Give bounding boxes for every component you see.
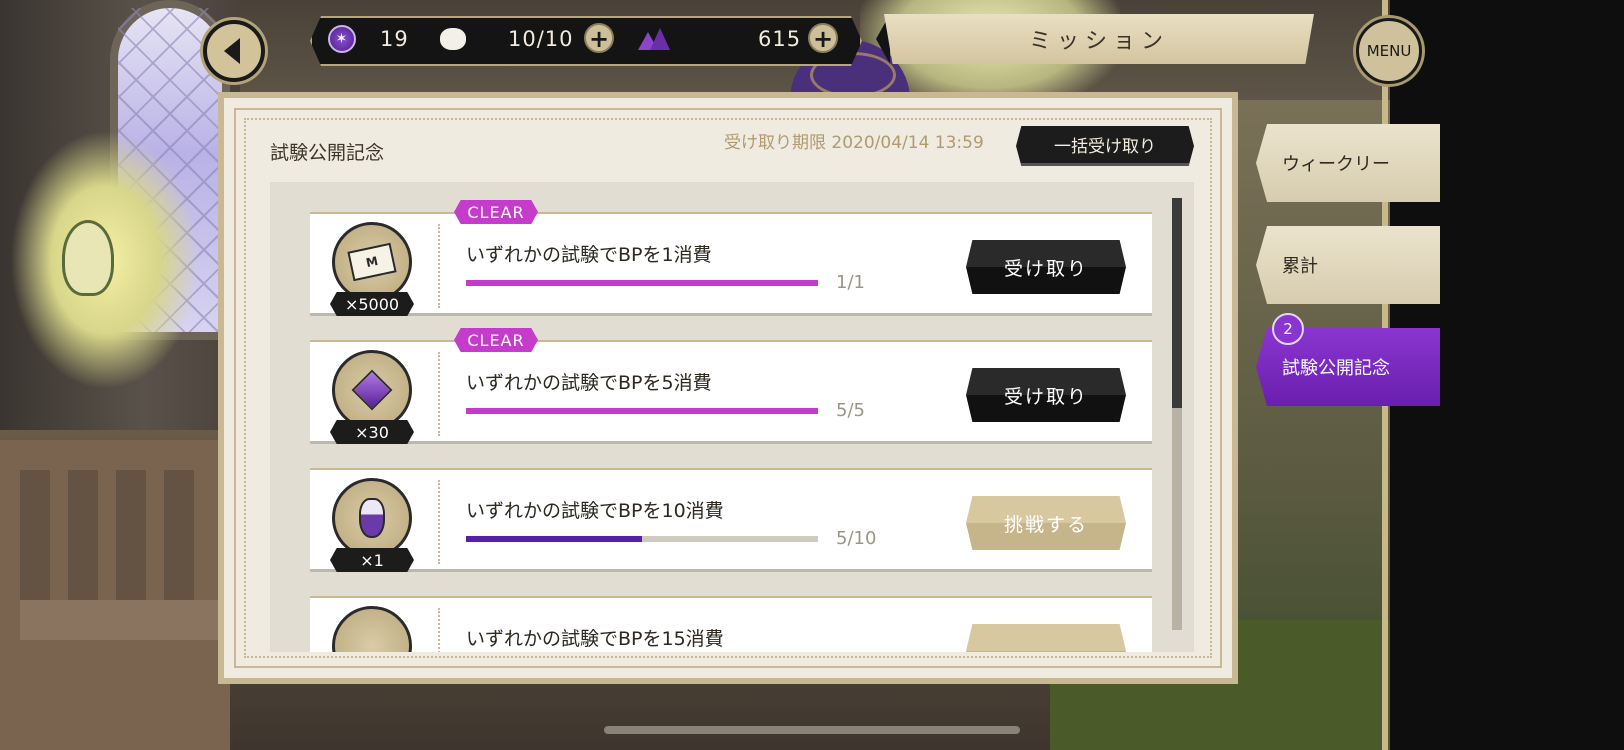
chevron-left-icon <box>224 38 240 64</box>
receive-button[interactable]: 受け取り <box>966 368 1126 422</box>
reward-frame <box>332 350 412 430</box>
tab-cumulative[interactable]: 累計 <box>1256 226 1440 304</box>
receive-button[interactable]: 受け取り <box>966 240 1126 294</box>
reward-count: ×1 <box>330 548 414 572</box>
progress-bar <box>466 408 818 414</box>
crystal-resource: 615 <box>636 16 801 62</box>
notification-badge: 2 <box>1272 313 1304 345</box>
challenge-button[interactable] <box>966 624 1126 652</box>
clear-badge: CLEAR <box>454 328 538 352</box>
progress-count: 5/5 <box>836 400 865 421</box>
scrollbar-thumb[interactable] <box>1172 198 1182 408</box>
bulk-receive-button[interactable]: 一括受け取り <box>1016 126 1194 166</box>
reward-count: ×5000 <box>330 292 414 316</box>
background-bench <box>20 600 230 640</box>
divider <box>438 224 440 308</box>
mission-row: CLEAR ×30 いずれかの試験でBPを5消費 5/5 受け取り <box>310 328 1152 444</box>
reward-count: ×30 <box>330 420 414 444</box>
mission-title: いずれかの試験でBPを5消費 <box>466 372 712 394</box>
potion-icon <box>359 498 385 538</box>
lamp-icon <box>62 220 114 296</box>
crystal-icon <box>636 26 670 52</box>
tab-weekly[interactable]: ウィークリー <box>1256 124 1440 202</box>
reward: ×30 <box>330 350 414 444</box>
mission-title: いずれかの試験でBPを1消費 <box>466 244 712 266</box>
gem-resource: ✶ 19 <box>328 16 409 62</box>
sheep-icon <box>440 28 466 50</box>
reward: M ×5000 <box>330 222 414 316</box>
progress-fill <box>466 408 818 414</box>
divider <box>438 352 440 436</box>
progress-bar <box>466 536 818 542</box>
clear-badge: CLEAR <box>454 200 538 224</box>
progress-fill <box>466 280 818 286</box>
reward-frame <box>332 478 412 558</box>
stamina-resource: 10/10 <box>440 16 574 62</box>
mission-row: CLEAR M ×5000 いずれかの試験でBPを1消費 1/1 受け取り <box>310 200 1152 316</box>
mission-list[interactable]: CLEAR M ×5000 いずれかの試験でBPを1消費 1/1 受け取り CL… <box>270 182 1194 652</box>
divider <box>438 608 440 652</box>
stamina-plus-button[interactable]: + <box>584 23 614 53</box>
divider <box>438 480 440 564</box>
reward-frame: M <box>332 222 412 302</box>
challenge-button[interactable]: 挑戦する <box>966 496 1126 550</box>
mission-title: いずれかの試験でBPを15消費 <box>466 628 724 650</box>
deadline-text: 受け取り期限 2020/04/14 13:59 <box>724 133 984 153</box>
gem-count: 19 <box>380 27 409 51</box>
progress-bar <box>466 280 818 286</box>
mission-title: いずれかの試験でBPを10消費 <box>466 500 724 522</box>
mission-row: いずれかの試験でBPを15消費 <box>310 596 1152 652</box>
reward-frame <box>332 606 412 652</box>
mission-panel: 試験公開記念 受け取り期限 2020/04/14 13:59 一括受け取り CL… <box>218 92 1238 684</box>
gem-icon: ✶ <box>328 25 356 53</box>
stamina-count: 10/10 <box>508 27 574 51</box>
mission-row: ×1 いずれかの試験でBPを10消費 5/10 挑戦する <box>310 468 1152 572</box>
page-title: ミッション <box>884 14 1314 64</box>
menu-button[interactable]: MENU <box>1356 18 1422 84</box>
crystal-plus-button[interactable]: + <box>808 23 838 53</box>
back-button[interactable] <box>203 20 265 82</box>
panel-title: 試験公開記念 <box>270 142 385 164</box>
madol-money-icon: M <box>347 242 397 282</box>
magic-crystal-icon <box>351 369 393 411</box>
scrollbar[interactable] <box>1172 198 1182 630</box>
crystal-count: 615 <box>758 27 802 51</box>
progress-count: 1/1 <box>836 272 865 293</box>
background-desk <box>0 440 230 750</box>
progress-count: 5/10 <box>836 528 877 549</box>
reward: ×1 <box>330 478 414 572</box>
home-indicator[interactable] <box>604 726 1020 734</box>
reward <box>330 606 414 652</box>
progress-fill <box>466 536 642 542</box>
